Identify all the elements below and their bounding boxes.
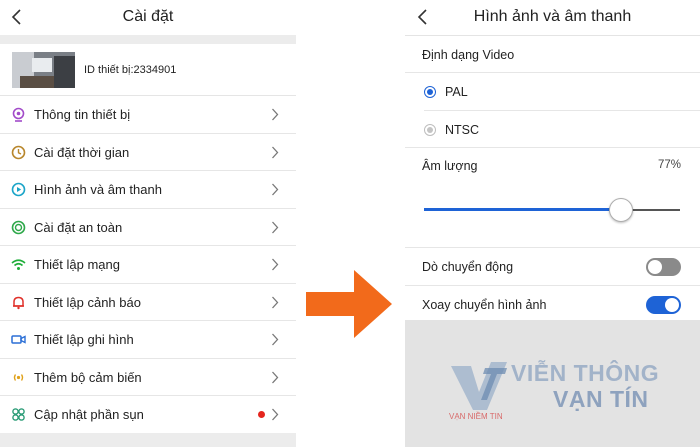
device-card[interactable]: ID thiết bị:2334901 — [0, 44, 296, 96]
menu-item-time-settings[interactable]: Cài đặt thời gian — [0, 133, 296, 171]
watermark-line2: VẠN TÍN — [553, 386, 649, 412]
security-icon — [11, 220, 26, 235]
chevron-right-icon — [271, 108, 279, 121]
menu-item-add-sensor[interactable]: Thêm bộ cảm biến — [0, 358, 296, 396]
device-info-icon — [11, 107, 26, 122]
right-arrow-icon — [306, 270, 394, 338]
clock-icon — [11, 145, 26, 160]
menu-item-recording-settings[interactable]: Thiết lập ghi hình — [0, 321, 296, 359]
menu-item-image-and-sound[interactable]: Hình ảnh và âm thanh — [0, 171, 296, 209]
watermark-tagline: VẠN NIỀM TIN — [449, 412, 503, 421]
menu-item-label: Thông tin thiết bị — [34, 107, 131, 122]
empty-area: VIỄN THÔNG VẠN TÍN VẠN NIỀM TIN — [405, 320, 700, 447]
settings-screen: Cài đặt ID thiết bị:2334901 Thông tin th… — [0, 0, 296, 447]
section-divider — [0, 35, 296, 44]
menu-item-device-info[interactable]: Thông tin thiết bị — [0, 96, 296, 134]
watermark: VIỄN THÔNG VẠN TÍN VẠN NIỀM TIN — [449, 358, 689, 438]
menu-item-security-settings[interactable]: Cài đặt an toàn — [0, 208, 296, 246]
menu-item-label: Thiết lập mạng — [34, 257, 120, 272]
menu-item-label: Hình ảnh và âm thanh — [34, 182, 162, 197]
rotate-image-row: Xoay chuyển hình ảnh — [405, 286, 700, 323]
device-thumbnail — [12, 52, 75, 88]
image-and-sound-screen: Hình ảnh và âm thanh Định dạng Video PAL… — [405, 0, 700, 447]
chevron-right-icon — [271, 408, 279, 421]
volume-slider[interactable] — [424, 196, 680, 224]
chevron-right-icon — [271, 258, 279, 271]
chevron-right-icon — [271, 183, 279, 196]
menu-item-alarm-settings[interactable]: Thiết lập cảnh báo — [0, 283, 296, 321]
option-label: NTSC — [445, 123, 480, 137]
menu-item-label: Cài đặt thời gian — [34, 144, 130, 160]
video-format-label: Định dạng Video — [422, 48, 515, 62]
bottom-spacer — [0, 433, 296, 447]
watermark-logo-icon — [449, 358, 509, 419]
media-icon — [11, 182, 26, 197]
menu-item-label: Thêm bộ cảm biến — [34, 369, 142, 385]
motion-detect-label: Dò chuyển động — [422, 260, 514, 274]
watermark-line1: VIỄN THÔNG — [511, 360, 660, 386]
wifi-icon — [11, 257, 26, 272]
chevron-right-icon — [271, 371, 279, 384]
menu-item-firmware-update[interactable]: Cập nhật phần sụn — [0, 396, 296, 434]
bell-icon — [11, 295, 26, 310]
firmware-icon — [11, 407, 26, 422]
menu-item-label: Thiết lập ghi hình — [34, 332, 134, 347]
video-record-icon — [11, 332, 26, 347]
slider-thumb[interactable] — [609, 198, 633, 222]
rotate-image-label: Xoay chuyển hình ảnh — [422, 298, 547, 312]
volume-row: Âm lượng 77% — [405, 147, 700, 187]
option-label: PAL — [445, 85, 468, 99]
settings-header: Cài đặt — [0, 0, 296, 35]
volume-label: Âm lượng — [422, 159, 478, 173]
page-title: Hình ảnh và âm thanh — [473, 8, 632, 25]
settings-menu: Thông tin thiết bị Cài đặt thời gian Hìn… — [0, 96, 296, 434]
chevron-right-icon — [271, 146, 279, 159]
update-badge — [258, 411, 265, 418]
menu-item-label: Thiết lập cảnh báo — [34, 294, 141, 310]
chevron-right-icon — [271, 333, 279, 346]
video-format-section: Định dạng Video — [405, 36, 700, 72]
radio-selected-icon[interactable] — [424, 86, 436, 98]
menu-item-label: Cập nhật phần sụn — [34, 407, 144, 422]
menu-item-network-settings[interactable]: Thiết lập mạng — [0, 246, 296, 284]
menu-item-label: Cài đặt an toàn — [34, 219, 123, 235]
chevron-right-icon — [271, 296, 279, 309]
option-ntsc[interactable]: NTSC — [405, 111, 700, 148]
sensor-icon — [11, 370, 26, 385]
chevron-right-icon — [271, 221, 279, 234]
motion-detect-toggle[interactable] — [646, 258, 681, 276]
motion-detect-row: Dò chuyển động — [405, 248, 700, 285]
page-title: Cài đặt — [122, 8, 174, 25]
rotate-image-toggle[interactable] — [646, 296, 681, 314]
volume-value: 77% — [657, 159, 681, 171]
image-sound-header: Hình ảnh và âm thanh — [405, 0, 700, 36]
radio-unselected-icon[interactable] — [424, 124, 436, 136]
slider-fill — [424, 208, 621, 211]
device-id-label: ID thiết bị:2334901 — [84, 64, 177, 76]
option-pal[interactable]: PAL — [405, 73, 700, 110]
